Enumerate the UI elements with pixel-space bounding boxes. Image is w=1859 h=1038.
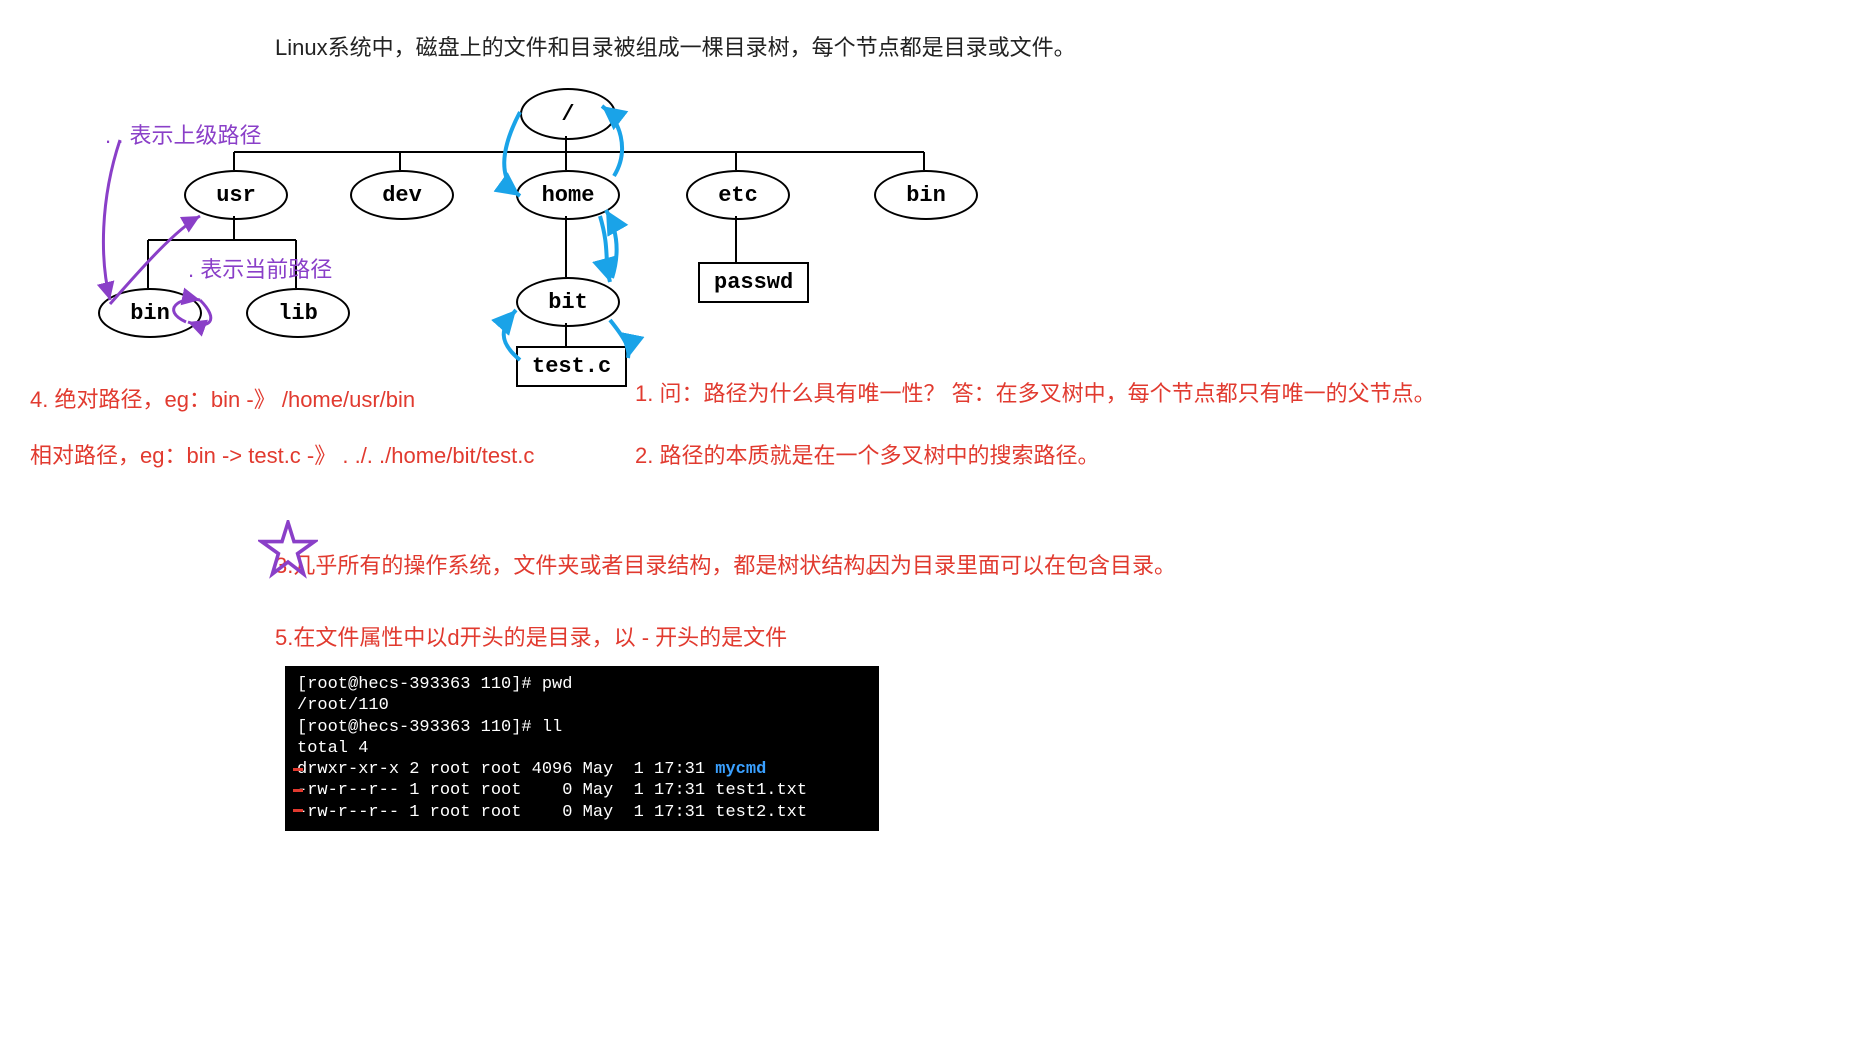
underline-d (293, 768, 303, 771)
term-cmd1: pwd (542, 675, 573, 694)
diagram-svg (0, 0, 1859, 1038)
label-current-path: . 表示当前路径 (188, 252, 332, 284)
note-3b: 因为目录里面可以在包含目录。 (868, 548, 1176, 580)
node-home: home (516, 170, 620, 220)
intro-text: Linux系统中，磁盘上的文件和目录被组成一棵目录树，每个节点都是目录或文件。 (275, 30, 1076, 62)
term-l1b: mycmd (715, 760, 766, 779)
underline-dash2 (293, 809, 303, 812)
note-3a: 3.几乎所有的操作系统，文件夹或者目录结构，都是树状结构。 (275, 548, 887, 580)
node-root: / (520, 88, 616, 140)
node-bin: bin (98, 288, 202, 338)
node-bit: bit (516, 277, 620, 327)
node-usr: usr (184, 170, 288, 220)
term-l2: -rw-r--r-- 1 root root 0 May 1 17:31 tes… (297, 781, 807, 800)
note-4b: 相对路径，eg：bin -> test.c -》 . ./. ./home/bi… (30, 438, 534, 470)
node-etc: etc (686, 170, 790, 220)
node-passwd: passwd (698, 262, 809, 303)
note-5: 5.在文件属性中以d开头的是目录，以 - 开头的是文件 (275, 620, 787, 652)
term-cmd2: ll (542, 718, 562, 737)
node-lib: lib (246, 288, 350, 338)
term-l1a: drwxr-xr-x 2 root root 4096 May 1 17:31 (297, 760, 715, 779)
term-l3: -rw-r--r-- 1 root root 0 May 1 17:31 tes… (297, 803, 807, 822)
note-1: 1. 问：路径为什么具有唯一性？ 答：在多叉树中，每个节点都只有唯一的父节点。 (635, 376, 1436, 408)
term-prompt2: [root@hecs-393363 110]# (297, 718, 542, 737)
note-4: 4. 绝对路径，eg：bin -》 /home/usr/bin (30, 382, 415, 414)
node-dev: dev (350, 170, 454, 220)
node-testc: test.c (516, 346, 627, 387)
star-icon (258, 520, 318, 580)
note-2: 2. 路径的本质就是在一个多叉树中的搜索路径。 (635, 438, 1099, 470)
underline-dash1 (293, 789, 303, 792)
term-out1: /root/110 (297, 696, 389, 715)
node-bin-top: bin (874, 170, 978, 220)
term-prompt1: [root@hecs-393363 110]# (297, 675, 542, 694)
page: Linux系统中，磁盘上的文件和目录被组成一棵目录树，每个节点都是目录或文件。 … (0, 0, 1859, 1038)
term-out2: total 4 (297, 739, 368, 758)
terminal: [root@hecs-393363 110]# pwd /root/110 [r… (285, 666, 879, 831)
label-parent-path: . . 表示上级路径 (105, 118, 261, 150)
